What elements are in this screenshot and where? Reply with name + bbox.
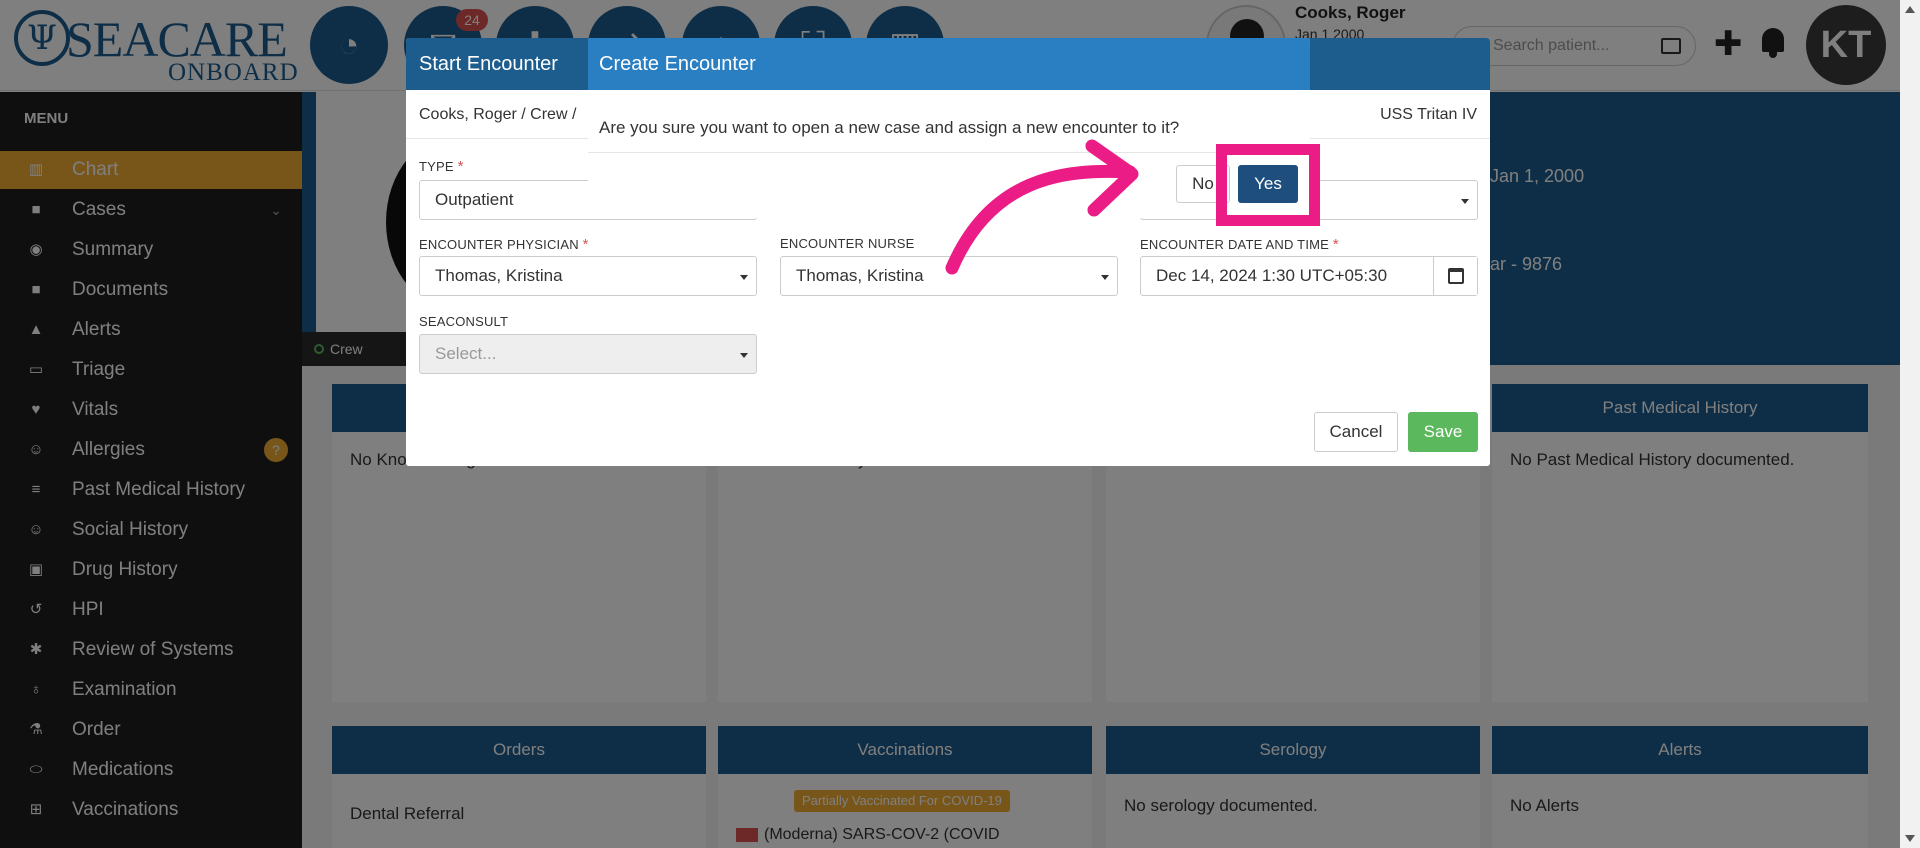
seaconsult-placeholder: Select... <box>435 344 497 363</box>
nurse-select[interactable]: Thomas, Kristina <box>780 256 1118 296</box>
page-scrollbar[interactable] <box>1900 0 1920 848</box>
type-label: TYPE * <box>419 158 464 175</box>
physician-label: ENCOUNTER PHYSICIAN * <box>419 236 589 253</box>
calendar-icon <box>1448 268 1464 284</box>
nurse-label: ENCOUNTER NURSE <box>780 236 915 251</box>
calendar-button[interactable] <box>1433 257 1477 295</box>
caret-down-icon <box>1101 275 1109 280</box>
caret-down-icon <box>1461 199 1469 204</box>
create-encounter-dialog: Create Encounter Are you sure you want t… <box>588 38 1310 218</box>
seaconsult-label: SEACONSULT <box>419 314 509 329</box>
seaconsult-select[interactable]: Select... <box>419 334 757 374</box>
create-encounter-message: Are you sure you want to open a new case… <box>599 118 1180 137</box>
breadcrumb: Cooks, Roger / Crew / <box>419 106 577 123</box>
caret-down-icon <box>740 353 748 358</box>
datetime-input[interactable]: Dec 14, 2024 1:30 UTC+05:30 <box>1140 256 1478 296</box>
vessel-name: USS Tritan IV <box>1380 106 1477 123</box>
yes-button-highlight <box>1216 144 1320 226</box>
physician-select[interactable]: Thomas, Kristina <box>419 256 757 296</box>
nurse-select-value: Thomas, Kristina <box>796 266 924 285</box>
scroll-down-icon[interactable] <box>1905 835 1915 842</box>
caret-down-icon <box>740 275 748 280</box>
create-encounter-title: Create Encounter <box>588 38 1310 90</box>
datetime-value: Dec 14, 2024 1:30 UTC+05:30 <box>1156 266 1388 285</box>
divider <box>588 152 1310 153</box>
cancel-button[interactable]: Cancel <box>1314 412 1398 452</box>
type-select-value: Outpatient <box>435 190 514 209</box>
scroll-up-icon[interactable] <box>1905 6 1915 13</box>
save-button[interactable]: Save <box>1408 412 1478 452</box>
datetime-label: ENCOUNTER DATE AND TIME * <box>1140 236 1339 253</box>
physician-select-value: Thomas, Kristina <box>435 266 563 285</box>
